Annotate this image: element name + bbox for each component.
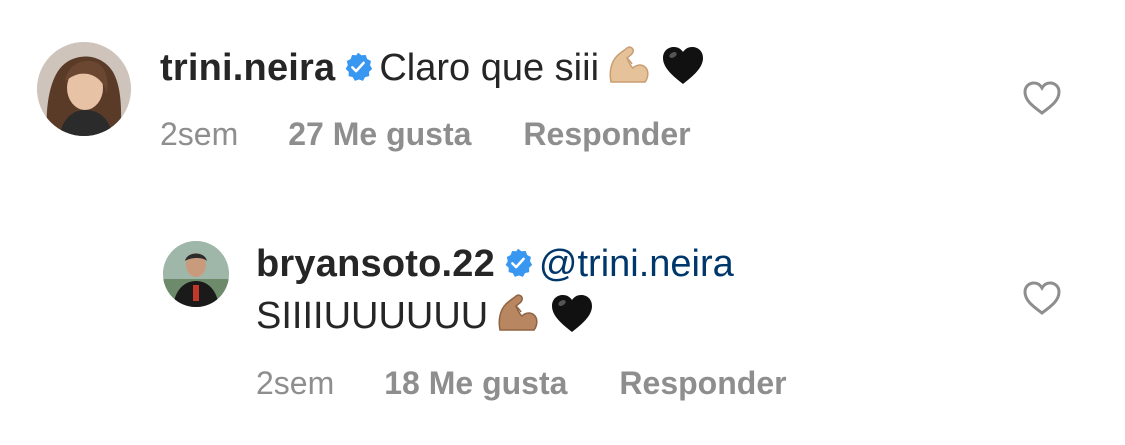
timestamp: 2sem <box>160 116 239 152</box>
comment-body: bryansoto.22 @trini.neira <box>256 241 734 287</box>
reply-button[interactable]: Responder <box>619 363 786 403</box>
avatar[interactable] <box>37 42 131 136</box>
avatar[interactable] <box>163 241 229 307</box>
like-heart-icon[interactable] <box>1022 80 1062 116</box>
comment-meta: 2sem 27 Me gusta Responder <box>160 114 691 154</box>
verified-badge-icon <box>503 248 533 278</box>
avatar-image <box>163 241 229 307</box>
likes-count-button[interactable]: 18 Me gusta <box>384 363 567 403</box>
like-heart-icon[interactable] <box>1022 280 1062 316</box>
comment-body-line-2: SIIIIUUUUUU <box>256 290 600 346</box>
flexed-biceps-icon <box>603 42 651 90</box>
mention-link[interactable]: @trini.neira <box>539 243 734 285</box>
username-link[interactable]: bryansoto.22 <box>256 243 495 285</box>
verified-badge-icon <box>343 52 373 82</box>
black-heart-icon <box>659 42 707 90</box>
comment-text: SIIIIUUUUUU <box>256 295 489 338</box>
comment-text: Claro que siii <box>379 47 600 90</box>
flexed-biceps-icon <box>492 290 540 338</box>
username-link[interactable]: trini.neira <box>160 47 335 89</box>
likes-count-button[interactable]: 27 Me gusta <box>288 114 471 154</box>
comment-meta: 2sem 18 Me gusta Responder <box>256 363 787 403</box>
comment-body: trini.neira Claro que siii <box>160 42 711 98</box>
reply-button[interactable]: Responder <box>523 114 690 154</box>
avatar-image <box>37 42 131 136</box>
black-heart-icon <box>548 290 596 338</box>
timestamp: 2sem <box>256 365 335 401</box>
